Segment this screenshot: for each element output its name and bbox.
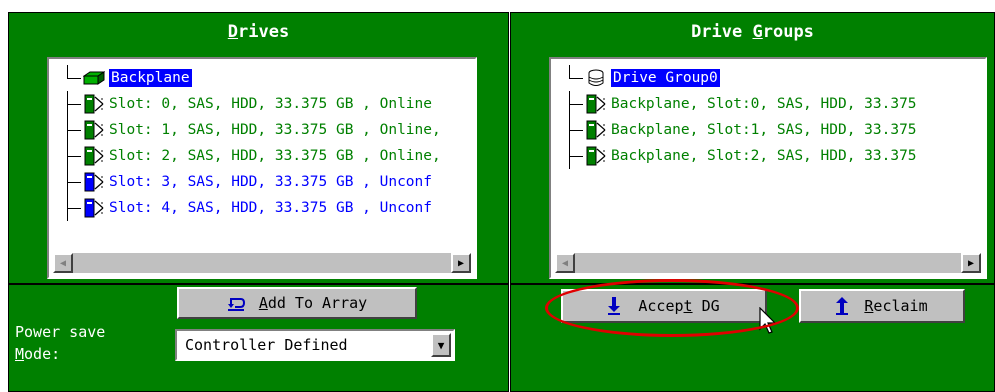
tree-connector bbox=[63, 195, 83, 221]
drive-groups-tree-box[interactable]: Drive Group0 Backplane, Slot:0, SAS, HDD… bbox=[549, 57, 987, 279]
add-label-mnemonic: A bbox=[258, 294, 268, 312]
member-label: Backplane, Slot:2, SAS, HDD, 33.375 bbox=[611, 148, 917, 164]
drives-horizontal-scrollbar[interactable]: ◀ ▶ bbox=[53, 253, 471, 273]
tree-connector bbox=[565, 91, 585, 117]
accept-label-mnemonic: t bbox=[683, 297, 693, 315]
arrow-up-icon bbox=[836, 297, 849, 315]
undo-arrow-icon bbox=[227, 295, 245, 311]
accept-dg-button[interactable]: Accep t DG bbox=[561, 289, 767, 323]
groups-title-pre: Drive bbox=[691, 22, 753, 42]
member-label: Backplane, Slot:0, SAS, HDD, 33.375 bbox=[611, 96, 917, 112]
hard-drive-icon bbox=[83, 145, 105, 167]
drive-groups-controls-panel: Accep t DG Reclaim bbox=[510, 284, 995, 392]
hard-drive-icon bbox=[83, 119, 105, 141]
drive-group-member[interactable]: Backplane, Slot:0, SAS, HDD, 33.375 bbox=[565, 91, 977, 117]
scroll-right-icon[interactable]: ▶ bbox=[451, 253, 471, 273]
arrow-down-icon bbox=[608, 297, 621, 315]
drive-list-item[interactable]: Slot: 2, SAS, HDD, 33.375 GB , Online, bbox=[63, 143, 467, 169]
accept-label-post: DG bbox=[692, 297, 720, 315]
groups-title-mnemonic: G bbox=[752, 22, 763, 42]
hard-drive-icon bbox=[585, 93, 607, 115]
scroll-left-icon[interactable]: ◀ bbox=[555, 253, 575, 273]
drive-label: Slot: 2, SAS, HDD, 33.375 GB , Online, bbox=[109, 148, 441, 164]
tree-node-label: Backplane bbox=[109, 69, 192, 87]
drive-groups-tree[interactable]: Drive Group0 Backplane, Slot:0, SAS, HDD… bbox=[565, 65, 977, 169]
drive-list-item[interactable]: Slot: 3, SAS, HDD, 33.375 GB , Unconf bbox=[63, 169, 467, 195]
accept-label-pre: Accep bbox=[638, 297, 684, 315]
hard-drive-icon bbox=[585, 145, 607, 167]
hard-drive-icon bbox=[83, 197, 105, 219]
tree-connector bbox=[63, 91, 83, 117]
tree-node-backplane[interactable]: Backplane bbox=[63, 65, 467, 91]
drive-list-item[interactable]: Slot: 0, SAS, HDD, 33.375 GB , Online bbox=[63, 91, 467, 117]
tree-connector bbox=[63, 169, 83, 195]
power-save-label: Power save Mode: bbox=[15, 321, 105, 365]
member-label: Backplane, Slot:1, SAS, HDD, 33.375 bbox=[611, 122, 917, 138]
scroll-left-icon[interactable]: ◀ bbox=[53, 253, 73, 273]
tree-connector bbox=[63, 65, 83, 91]
drive-label: Slot: 1, SAS, HDD, 33.375 GB , Online, bbox=[109, 122, 441, 138]
drives-header: Drives bbox=[9, 13, 508, 51]
drive-list-item[interactable]: Slot: 4, SAS, HDD, 33.375 GB , Unconf bbox=[63, 195, 467, 221]
power-save-mode-select[interactable]: Controller Defined ▼ bbox=[175, 329, 455, 361]
hard-drive-icon bbox=[83, 171, 105, 193]
database-icon bbox=[585, 67, 607, 89]
drive-label: Slot: 3, SAS, HDD, 33.375 GB , Unconf bbox=[109, 174, 433, 190]
hard-drive-icon bbox=[585, 119, 607, 141]
drives-panel: Drives Backplane Slot: 0, SAS, HDD, 33.3… bbox=[8, 12, 509, 284]
drives-tree[interactable]: Backplane Slot: 0, SAS, HDD, 33.375 GB ,… bbox=[63, 65, 467, 221]
drive-list-item[interactable]: Slot: 1, SAS, HDD, 33.375 GB , Online, bbox=[63, 117, 467, 143]
reclaim-label-mnemonic: R bbox=[864, 297, 874, 315]
drive-group-member[interactable]: Backplane, Slot:1, SAS, HDD, 33.375 bbox=[565, 117, 977, 143]
drives-title-mnemonic: D bbox=[227, 22, 239, 42]
hard-drive-icon bbox=[83, 93, 105, 115]
add-to-array-button[interactable]: Add To Array bbox=[177, 287, 417, 319]
drives-controls-panel: Add To Array Power save Mode: Controller… bbox=[8, 284, 509, 392]
drives-title-post: rives bbox=[238, 22, 290, 42]
dropdown-arrow-icon[interactable]: ▼ bbox=[431, 333, 451, 357]
tree-connector bbox=[63, 117, 83, 143]
tree-connector bbox=[565, 143, 585, 169]
tree-node-label: Drive Group0 bbox=[611, 69, 720, 87]
power-mode-post: ode: bbox=[24, 345, 61, 363]
mouse-cursor-icon bbox=[759, 306, 779, 341]
drive-label: Slot: 4, SAS, HDD, 33.375 GB , Unconf bbox=[109, 200, 433, 216]
drive-groups-panel: Drive Groups Drive Group0 Backplane, Slo… bbox=[510, 12, 995, 284]
power-save-line1: Power save bbox=[15, 323, 106, 341]
reclaim-button[interactable]: Reclaim bbox=[799, 289, 965, 323]
drive-label: Slot: 0, SAS, HDD, 33.375 GB , Online bbox=[109, 96, 433, 112]
backplane-icon bbox=[83, 67, 105, 89]
add-label-post: dd To Array bbox=[267, 294, 368, 312]
tree-node-drive-group0[interactable]: Drive Group0 bbox=[565, 65, 977, 91]
drive-groups-header: Drive Groups bbox=[511, 13, 994, 51]
tree-connector bbox=[63, 143, 83, 169]
power-mode-mnemonic: M bbox=[15, 345, 25, 363]
tree-connector bbox=[565, 117, 585, 143]
drive-group-member[interactable]: Backplane, Slot:2, SAS, HDD, 33.375 bbox=[565, 143, 977, 169]
groups-horizontal-scrollbar[interactable]: ◀ ▶ bbox=[555, 253, 981, 273]
scroll-right-icon[interactable]: ▶ bbox=[961, 253, 981, 273]
groups-title-post: roups bbox=[762, 22, 814, 42]
tree-connector bbox=[565, 65, 585, 91]
reclaim-label-post: eclaim bbox=[873, 297, 928, 315]
power-save-mode-value: Controller Defined bbox=[185, 336, 348, 354]
drives-tree-box[interactable]: Backplane Slot: 0, SAS, HDD, 33.375 GB ,… bbox=[47, 57, 477, 279]
